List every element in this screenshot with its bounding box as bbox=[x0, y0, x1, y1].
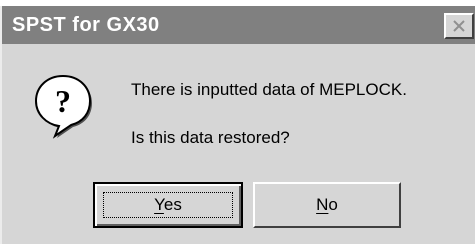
close-button[interactable] bbox=[444, 13, 474, 39]
title-bar[interactable]: SPST for GX30 bbox=[2, 6, 475, 44]
message-line-1: There is inputted data of MEPLOCK. bbox=[131, 80, 407, 99]
window-title: SPST for GX30 bbox=[12, 14, 160, 36]
no-mnemonic: N bbox=[316, 195, 329, 214]
no-label-rest: o bbox=[328, 195, 338, 214]
close-icon bbox=[453, 20, 465, 32]
svg-text:?: ? bbox=[55, 83, 71, 119]
no-button[interactable]: No bbox=[253, 182, 401, 228]
question-icon: ? bbox=[34, 74, 95, 140]
yes-button[interactable]: Yes bbox=[93, 182, 243, 228]
focus-ring bbox=[103, 192, 233, 218]
yes-mnemonic: Y bbox=[154, 195, 164, 214]
message-line-2: Is this data restored? bbox=[131, 128, 290, 147]
no-button-label: No bbox=[316, 195, 338, 215]
dialog-window: SPST for GX30 ? There is inputted data o… bbox=[0, 6, 475, 244]
